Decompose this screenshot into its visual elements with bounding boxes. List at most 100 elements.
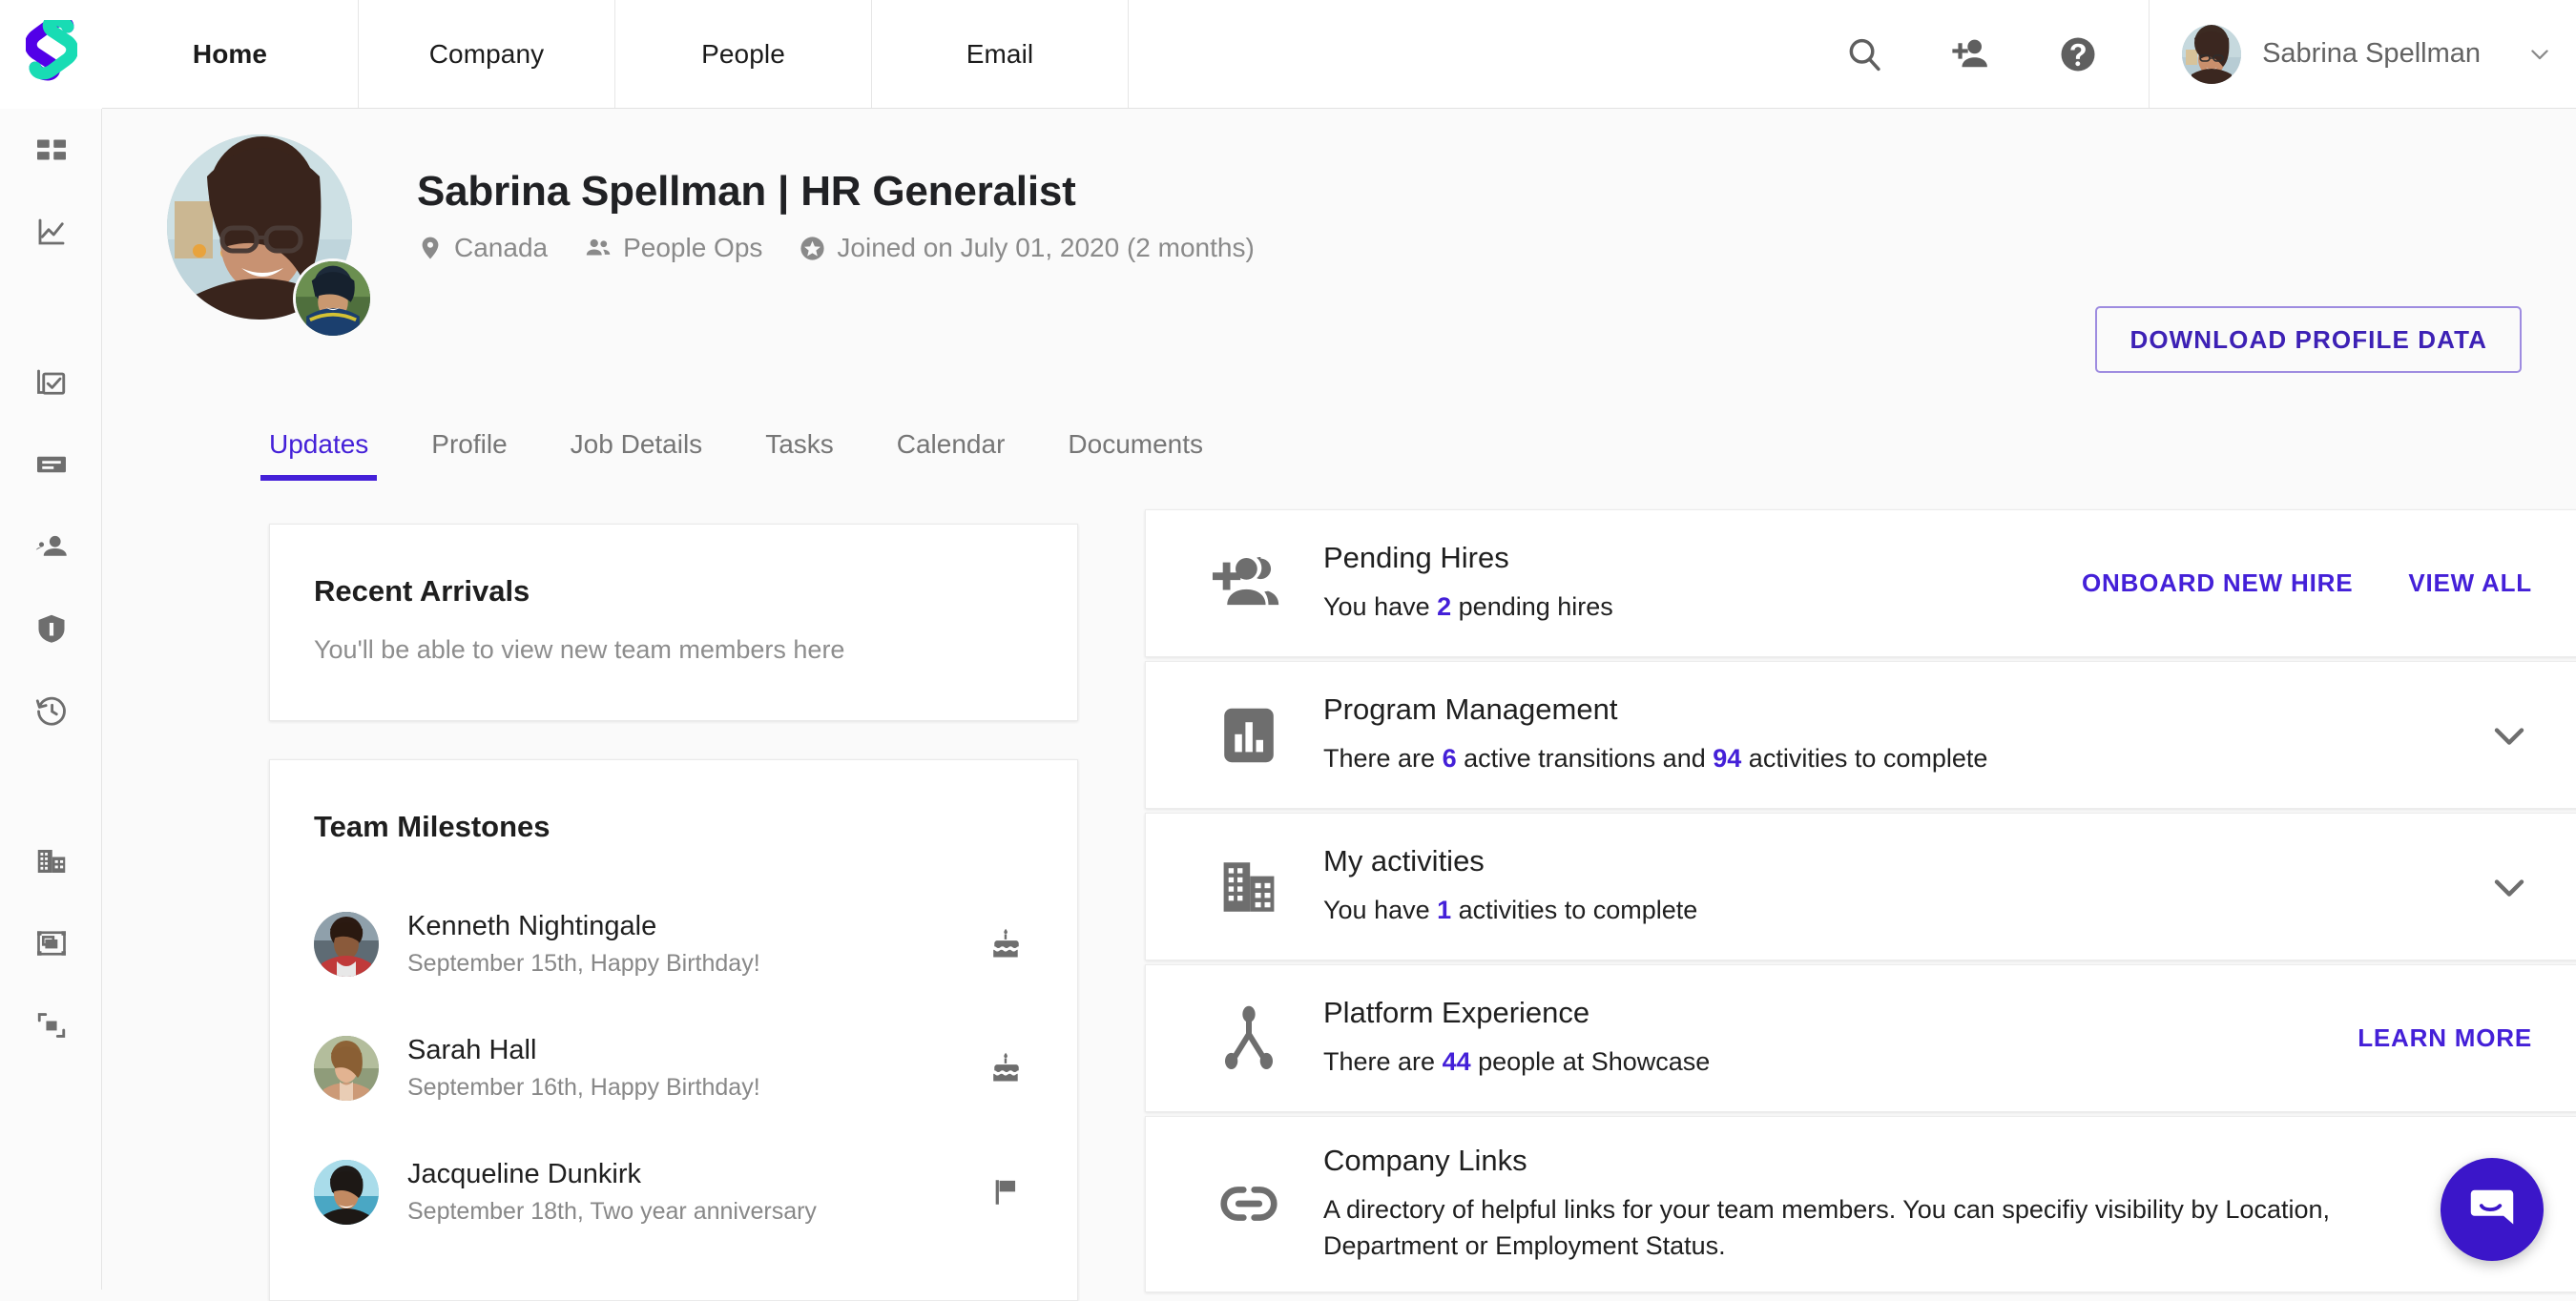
panel-title: Pending Hires [1323, 541, 2026, 575]
tab-profile[interactable]: Profile [431, 429, 507, 481]
milestone-text: Kenneth Nightingale September 15th, Happ… [407, 911, 965, 978]
view-all-link[interactable]: VIEW ALL [2408, 568, 2532, 598]
app-logo[interactable] [0, 0, 102, 109]
tab-job-details[interactable]: Job Details [571, 429, 703, 481]
help-button[interactable] [2025, 0, 2131, 108]
panel-title: Program Management [1323, 692, 2442, 727]
recent-arrivals-empty-text: You'll be able to view new team members … [314, 635, 1033, 665]
panel-my-activities[interactable]: My activities You have 1 activities to c… [1145, 813, 2576, 960]
add-person-button[interactable] [1918, 0, 2025, 108]
panel-expand-toggle[interactable] [2486, 864, 2532, 910]
chevron-down-icon [2526, 41, 2553, 68]
milestone-text: Sarah Hall September 16th, Happy Birthda… [407, 1035, 965, 1102]
panel-expand-toggle[interactable] [2486, 712, 2532, 758]
desc-pre: There are [1323, 744, 1443, 773]
people-icon [34, 529, 69, 564]
user-menu[interactable]: Sabrina Spellman [2149, 0, 2576, 108]
chevron-down-icon [2486, 864, 2532, 910]
company-icon [34, 844, 69, 878]
sidebar-item-people[interactable] [0, 506, 102, 588]
sidebar-item-tasks[interactable] [0, 341, 102, 423]
sidebar-item-documents[interactable] [0, 423, 102, 506]
panel-icon-wrap [1195, 853, 1302, 921]
milestone-avatar-image [314, 1036, 379, 1101]
desc-post: activities to complete [1451, 896, 1697, 924]
team-milestones-title: Team Milestones [314, 810, 1033, 844]
sidebar-item-security[interactable] [0, 588, 102, 670]
panel-actions: ONBOARD NEW HIRE VIEW ALL [2026, 568, 2532, 598]
main-content: Recent Arrivals You'll be able to view n… [102, 481, 2576, 1290]
milestone-name: Jacqueline Dunkirk [407, 1159, 965, 1190]
chevron-down-icon [2486, 712, 2532, 758]
link-icon [1213, 1167, 1285, 1240]
profile-meta-row: Canada People Ops Joined on July 01, 202… [417, 233, 1291, 263]
profile-meta-department-label: People Ops [623, 233, 762, 263]
desc-pre: You have [1323, 592, 1437, 621]
add-people-icon [1212, 547, 1286, 621]
avatar [314, 1036, 379, 1101]
milestone-icon-wrap [980, 1051, 1033, 1085]
user-menu-name: Sabrina Spellman [2262, 38, 2481, 70]
milestone-detail: September 18th, Two year anniversary [407, 1198, 965, 1226]
sidebar-item-dashboard[interactable] [0, 109, 102, 191]
recent-arrivals-title: Recent Arrivals [314, 574, 1033, 609]
right-column: Pending Hires You have 2 pending hires O… [1145, 509, 2576, 1296]
desc-post: activities to complete [1741, 744, 1987, 773]
chat-bubble-icon [2464, 1182, 2520, 1237]
list-item[interactable]: Sarah Hall September 16th, Happy Birthda… [314, 1006, 1033, 1130]
panel-pending-hires[interactable]: Pending Hires You have 2 pending hires O… [1145, 509, 2576, 657]
tab-updates[interactable]: Updates [269, 429, 368, 481]
panel-body: Platform Experience There are 44 people … [1323, 969, 2302, 1106]
profile-avatar-group [167, 134, 375, 342]
milestone-icon-wrap [980, 1176, 1033, 1208]
profile-tab-bar: Updates Profile Job Details Tasks Calend… [102, 395, 2576, 481]
network-icon [1213, 1002, 1285, 1075]
profile-header: Sabrina Spellman | HR Generalist Canada … [102, 109, 2576, 395]
desc-post: people at Showcase [1471, 1047, 1711, 1076]
search-icon [1844, 34, 1884, 74]
avatar [314, 912, 379, 977]
sidebar-item-media[interactable] [0, 902, 102, 984]
sidebar-item-analytics[interactable] [0, 191, 102, 273]
sidebar-item-integrations[interactable] [0, 984, 102, 1066]
left-icon-rail [0, 0, 102, 1290]
media-icon [34, 926, 69, 960]
milestone-avatar-image [314, 1160, 379, 1225]
sidebar-item-company[interactable] [0, 820, 102, 902]
download-profile-data-button[interactable]: DOWNLOAD PROFILE DATA [2095, 306, 2522, 373]
nav-spacer [1129, 0, 1811, 108]
recent-arrivals-card: Recent Arrivals You'll be able to view n… [269, 524, 1078, 721]
panel-icon-wrap [1195, 1002, 1302, 1075]
document-icon [34, 447, 69, 482]
help-icon [2058, 34, 2098, 74]
milestone-text: Jacqueline Dunkirk September 18th, Two y… [407, 1159, 965, 1226]
chat-launcher-button[interactable] [2441, 1158, 2544, 1261]
list-item[interactable]: Jacqueline Dunkirk September 18th, Two y… [314, 1130, 1033, 1254]
panel-body: My activities You have 1 activities to c… [1323, 817, 2442, 955]
tab-calendar[interactable]: Calendar [897, 429, 1006, 481]
panel-title: Company Links [1323, 1144, 2442, 1178]
tab-documents[interactable]: Documents [1068, 429, 1203, 481]
learn-more-link[interactable]: LEARN MORE [2358, 1023, 2532, 1053]
panel-description: You have 2 pending hires [1323, 589, 2026, 625]
list-item[interactable]: Kenneth Nightingale September 15th, Happ… [314, 882, 1033, 1006]
secondary-avatar-image [296, 261, 370, 336]
nav-tab-home[interactable]: Home [102, 0, 359, 108]
desc-count: 2 [1437, 592, 1451, 621]
rail-divider-gap [0, 273, 102, 341]
search-button[interactable] [1811, 0, 1918, 108]
star-icon [799, 235, 826, 262]
panel-program-management[interactable]: Program Management There are 6 active tr… [1145, 661, 2576, 809]
tab-tasks[interactable]: Tasks [765, 429, 834, 481]
panel-company-links[interactable]: Company Links A directory of helpful lin… [1145, 1116, 2576, 1292]
nav-tab-email[interactable]: Email [872, 0, 1129, 108]
onboard-new-hire-link[interactable]: ONBOARD NEW HIRE [2082, 568, 2353, 598]
rail-divider-gap-2 [0, 752, 102, 820]
sidebar-item-history[interactable] [0, 670, 102, 752]
panel-platform-experience[interactable]: Platform Experience There are 44 people … [1145, 964, 2576, 1112]
team-milestones-card: Team Milestones [269, 759, 1078, 1301]
nav-tab-company[interactable]: Company [359, 0, 615, 108]
profile-meta-location-label: Canada [454, 233, 548, 263]
profile-avatar-secondary[interactable] [293, 258, 373, 339]
nav-tab-people[interactable]: People [615, 0, 872, 108]
